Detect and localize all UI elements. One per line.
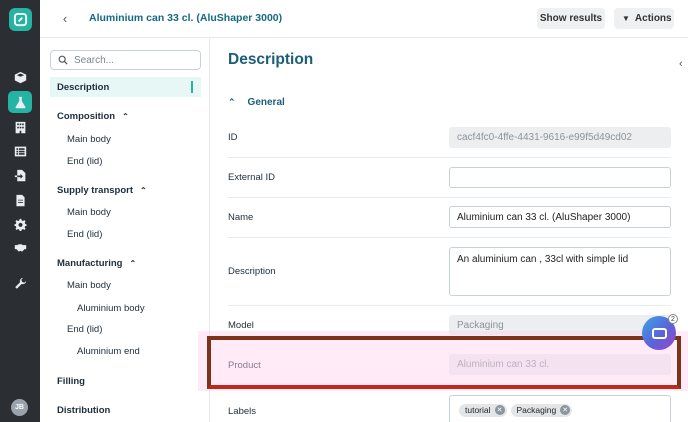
avatar[interactable]: JB	[11, 399, 28, 416]
nav-item-description[interactable]: Description	[50, 77, 201, 97]
id-field: cacf4fc0-4ffe-4431-9616-e99f5d49cd02	[449, 127, 671, 148]
name-label: Name	[228, 212, 254, 223]
highlight-box	[207, 336, 681, 389]
wrench-icon[interactable]	[8, 272, 32, 294]
row-divider	[228, 237, 671, 238]
box-icon[interactable]	[8, 66, 32, 88]
chevron-up-icon[interactable]: ⌃	[140, 186, 147, 195]
left-rail: JB	[0, 0, 40, 422]
notification-badge: 2	[668, 314, 678, 324]
description-label: Description	[228, 266, 276, 277]
show-results-button[interactable]: Show results	[537, 8, 605, 29]
nav-item-aluminium-end[interactable]: Aluminium end	[77, 346, 140, 357]
model-label: Model	[228, 320, 254, 331]
id-label: ID	[228, 132, 238, 143]
app-logo-icon[interactable]	[9, 8, 32, 31]
chevron-up-icon[interactable]: ⌃	[228, 97, 236, 108]
nav-item-label: Composition	[57, 111, 116, 122]
gear-icon[interactable]	[8, 213, 32, 235]
caret-down-icon: ▼	[622, 14, 630, 23]
list-icon[interactable]	[8, 140, 32, 162]
nav-item-composition-main-body[interactable]: Main body	[67, 134, 111, 145]
name-field[interactable]: Aluminium can 33 cl. (AluShaper 3000)	[449, 206, 671, 228]
top-bar: ‹ Aluminium can 33 cl. (AluShaper 3000) …	[40, 0, 688, 38]
nav-section-filling[interactable]: Filling	[57, 376, 85, 387]
description-textarea[interactable]: An aluminium can , 33cl with simple lid	[449, 247, 671, 296]
tag-text: Packaging	[516, 405, 557, 415]
label-tag[interactable]: tutorial ✕	[459, 403, 507, 417]
back-chevron-icon[interactable]: ‹	[56, 9, 74, 27]
search-input[interactable]	[74, 54, 194, 66]
section-general-header[interactable]: ⌃ General	[228, 97, 285, 108]
nav-item-aluminium-body[interactable]: Aluminium body	[77, 303, 145, 314]
nav-item-label: Supply transport	[57, 185, 134, 196]
nav-section-composition[interactable]: Composition ⌃	[57, 111, 129, 122]
nav-item-label: Manufacturing	[57, 258, 123, 269]
row-divider	[228, 157, 671, 158]
row-divider	[228, 197, 671, 198]
external-id-label: External ID	[228, 172, 275, 183]
actions-label: Actions	[634, 13, 672, 24]
label-tag[interactable]: Packaging ✕	[510, 403, 573, 417]
selected-indicator	[191, 81, 193, 93]
building-icon[interactable]	[8, 116, 32, 138]
collapse-panel-chevron-icon[interactable]: ‹	[679, 58, 683, 70]
nav-item-composition-end-lid[interactable]: End (lid)	[67, 156, 102, 167]
nav-item-label: Description	[57, 81, 110, 93]
row-divider	[228, 305, 671, 306]
flask-icon[interactable]	[8, 91, 32, 113]
handshake-icon[interactable]	[8, 236, 32, 258]
labels-field[interactable]: tutorial ✕ Packaging ✕	[449, 395, 671, 422]
nav-section-distribution[interactable]: Distribution	[57, 405, 110, 416]
tag-text: tutorial	[465, 405, 491, 415]
chat-launcher-button[interactable]: 2	[642, 314, 678, 350]
document-title: Aluminium can 33 cl. (AluShaper 3000)	[89, 12, 283, 24]
section-title: General	[247, 97, 285, 108]
nav-item-supply-end-lid[interactable]: End (lid)	[67, 229, 102, 240]
nav-section-manufacturing[interactable]: Manufacturing ⌃	[57, 258, 136, 269]
external-id-field[interactable]	[449, 167, 671, 188]
remove-tag-icon[interactable]: ✕	[494, 405, 505, 415]
section-navigator: Description Composition ⌃ Main body End …	[40, 38, 210, 422]
page-title: Description	[228, 51, 314, 68]
search-icon	[58, 55, 68, 65]
nav-item-manufacturing-main-body[interactable]: Main body	[67, 280, 111, 291]
search-box[interactable]	[50, 50, 201, 70]
actions-button[interactable]: ▼ Actions	[614, 8, 674, 29]
remove-tag-icon[interactable]: ✕	[560, 405, 571, 415]
nav-item-supply-main-body[interactable]: Main body	[67, 207, 111, 218]
file-import-icon[interactable]	[8, 164, 32, 186]
chevron-up-icon[interactable]: ⌃	[122, 112, 129, 121]
labels-label: Labels	[228, 406, 256, 417]
nav-item-manufacturing-end-lid[interactable]: End (lid)	[67, 324, 102, 335]
chat-icon	[651, 327, 667, 339]
document-icon[interactable]	[8, 189, 32, 211]
nav-section-supply-transport[interactable]: Supply transport ⌃	[57, 185, 147, 196]
chevron-up-icon[interactable]: ⌃	[129, 259, 136, 268]
